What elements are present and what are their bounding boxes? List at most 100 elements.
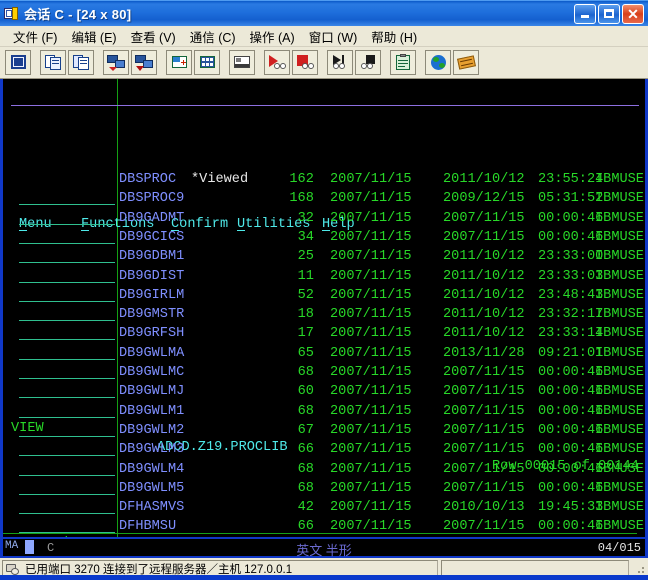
- row-command-input[interactable]: [19, 320, 115, 322]
- cell-changed-time: 23:33:00: [538, 249, 604, 265]
- row-command-input[interactable]: [19, 455, 115, 457]
- cell-id: IBMUSER: [595, 345, 648, 361]
- row-command-input[interactable]: [19, 204, 115, 206]
- cell-created: 2007/11/15: [330, 403, 412, 419]
- cell-changed-date: 2007/11/15: [443, 519, 525, 535]
- cell-size: 168: [289, 191, 314, 207]
- table-row[interactable]: DB9GWLM1 68 2007/11/15 2007/11/15 00:00:46 IB…: [3, 402, 645, 421]
- index-icon[interactable]: [453, 50, 479, 75]
- table-row[interactable]: DB9GADMT 32 2007/11/15 2007/11/15 00:00:46 IB…: [3, 209, 645, 228]
- close-icon: ✕: [627, 5, 639, 22]
- cell-changed-time: 00:00:46: [538, 365, 604, 380]
- row-command-input[interactable]: [19, 300, 115, 302]
- clipboard-icon[interactable]: [390, 50, 416, 75]
- send-file-icon[interactable]: [103, 50, 129, 75]
- internet-icon[interactable]: [425, 50, 451, 75]
- row-command-input[interactable]: [19, 435, 115, 437]
- table-row[interactable]: DBSPROC *Viewed 162 2007/11/15 2011/10/12 23:…: [3, 170, 645, 189]
- row-command-input[interactable]: [19, 474, 115, 476]
- table-row[interactable]: DFHASMVS 42 2007/11/15 2010/10/13 19:45:33 IB…: [3, 498, 645, 517]
- table-row[interactable]: DB9GDBM1 25 2007/11/15 2011/10/12 23:33:00 IB…: [3, 247, 645, 266]
- cell-name: DB9GDBM1: [119, 249, 185, 265]
- table-row[interactable]: DB9GWLM3 66 2007/11/15 2007/11/15 00:00:46 IB…: [3, 440, 645, 459]
- cell-created: 2007/11/15: [330, 287, 412, 303]
- cell-id: IBMUSER: [595, 268, 648, 284]
- cell-id: IBMUSER: [595, 249, 648, 265]
- menu-edit[interactable]: 编辑 (E): [64, 25, 123, 48]
- table-row[interactable]: DFHBMSU 66 2007/11/15 2007/11/15 00:00:46 IBM…: [3, 517, 645, 536]
- row-command-input[interactable]: [19, 281, 115, 283]
- menu-communication[interactable]: 通信 (C): [183, 25, 243, 48]
- row-command-input[interactable]: [19, 242, 115, 244]
- cell-name: DB9GRFSH: [119, 326, 185, 342]
- row-command-input[interactable]: [19, 339, 115, 341]
- copy-icon[interactable]: [40, 50, 66, 75]
- close-button[interactable]: ✕: [622, 3, 644, 24]
- operator-information-area: MA C 英文 半形 04/015: [0, 537, 648, 558]
- menu-window[interactable]: 窗口 (W): [302, 25, 365, 48]
- menu-actions[interactable]: 操作 (A): [243, 25, 302, 48]
- row-command-input[interactable]: [19, 358, 115, 360]
- menu-file[interactable]: 文件 (F): [6, 25, 64, 48]
- cell-size: 18: [297, 307, 314, 323]
- table-row[interactable]: DB9GMSTR 18 2007/11/15 2011/10/12 23:32:17 IB…: [3, 305, 645, 324]
- table-row[interactable]: DB9GIRLM 52 2007/11/15 2011/10/12 23:48:43 IB…: [3, 286, 645, 305]
- cell-name: DFHBMSU: [119, 519, 177, 535]
- maximize-button[interactable]: [598, 3, 620, 24]
- table-row[interactable]: DB9GWLMJ 60 2007/11/15 2007/11/15 00:00:46 IB…: [3, 382, 645, 401]
- table-row[interactable]: DB9GWLMC 68 2007/11/15 2007/11/15 00:00:46 IB…: [3, 363, 645, 382]
- cell-id: IBMUSER: [595, 403, 648, 419]
- cell-id: IBMUSER: [595, 307, 648, 323]
- row-command-input[interactable]: [19, 513, 115, 515]
- terminal-text-grid: Menu Functions Confirm Utilities Help VI…: [3, 79, 645, 537]
- paste-icon[interactable]: [68, 50, 94, 75]
- table-row[interactable]: DB9GWLMA 65 2007/11/15 2013/11/28 09:21:01 IB…: [3, 344, 645, 363]
- cell-size: 68: [297, 365, 314, 380]
- play-macro-icon[interactable]: [327, 50, 353, 75]
- table-row[interactable]: DB9GWLM2 67 2007/11/15 2007/11/15 00:00:46 IB…: [3, 421, 645, 440]
- cell-changed-date: 2011/10/12: [443, 307, 525, 323]
- table-row[interactable]: DB9GRFSH 17 2007/11/15 2011/10/12 23:33:14 IB…: [3, 324, 645, 343]
- cell-id: IBMUSER: [595, 422, 648, 438]
- receive-file-icon[interactable]: [131, 50, 157, 75]
- cell-created: 2007/11/15: [330, 249, 412, 265]
- cell-changed-date: 2007/11/15: [443, 365, 525, 380]
- menu-view[interactable]: 查看 (V): [124, 25, 183, 48]
- cell-size: 66: [297, 519, 314, 535]
- row-command-input[interactable]: [19, 493, 115, 495]
- new-session-icon[interactable]: [166, 50, 192, 75]
- display-session-icon[interactable]: [5, 50, 31, 75]
- row-command-input[interactable]: [19, 378, 115, 379]
- row-command-input[interactable]: [19, 416, 115, 418]
- cell-created: 2007/11/15: [330, 365, 412, 380]
- row-command-input[interactable]: [19, 532, 115, 534]
- terminal-screen[interactable]: Menu Functions Confirm Utilities Help VI…: [0, 79, 648, 537]
- record-macro-icon[interactable]: [264, 50, 290, 75]
- keypad-icon[interactable]: [194, 50, 220, 75]
- cell-changed-time: 19:45:33: [538, 500, 604, 516]
- stop-macro-icon[interactable]: [292, 50, 318, 75]
- minimize-button[interactable]: [574, 3, 596, 24]
- table-row[interactable]: DB9GDIST 11 2007/11/15 2011/10/12 23:33:03 IB…: [3, 267, 645, 286]
- cell-size: 17: [297, 326, 314, 342]
- row-command-input[interactable]: [19, 223, 115, 225]
- cell-changed-date: 2011/10/12: [443, 326, 525, 342]
- row-command-input[interactable]: [19, 262, 115, 264]
- cell-size: 68: [297, 461, 314, 477]
- cell-created: 2007/11/15: [330, 442, 412, 458]
- row-command-input[interactable]: [19, 397, 115, 399]
- macro-edit-icon[interactable]: [229, 50, 255, 75]
- table-row[interactable]: DB9GWLM4 68 2007/11/15 2007/11/15 00:00:46 IB…: [3, 460, 645, 479]
- cell-name: DFHASMVS: [119, 500, 185, 516]
- table-row[interactable]: DB9GCICS 34 2007/11/15 2007/11/15 00:00:46 IB…: [3, 228, 645, 247]
- cell-name: DB9GWLMC: [119, 365, 185, 380]
- cell-changed-time: 00:00:46: [538, 229, 604, 245]
- table-row[interactable]: DB9GWLM5 68 2007/11/15 2007/11/15 00:00:46 IB…: [3, 479, 645, 498]
- window-title: 会话 C - [24 x 80]: [24, 7, 132, 22]
- cell-changed-date: 2011/10/12: [443, 249, 525, 265]
- cell-changed-time: 00:00:46: [538, 442, 604, 458]
- table-row[interactable]: DBSPROC9 168 2007/11/15 2009/12/15 05:31:52 I…: [3, 189, 645, 208]
- cell-changed-date: 2007/11/15: [443, 461, 525, 477]
- stop-play-icon[interactable]: [355, 50, 381, 75]
- menu-help[interactable]: 帮助 (H): [364, 25, 424, 48]
